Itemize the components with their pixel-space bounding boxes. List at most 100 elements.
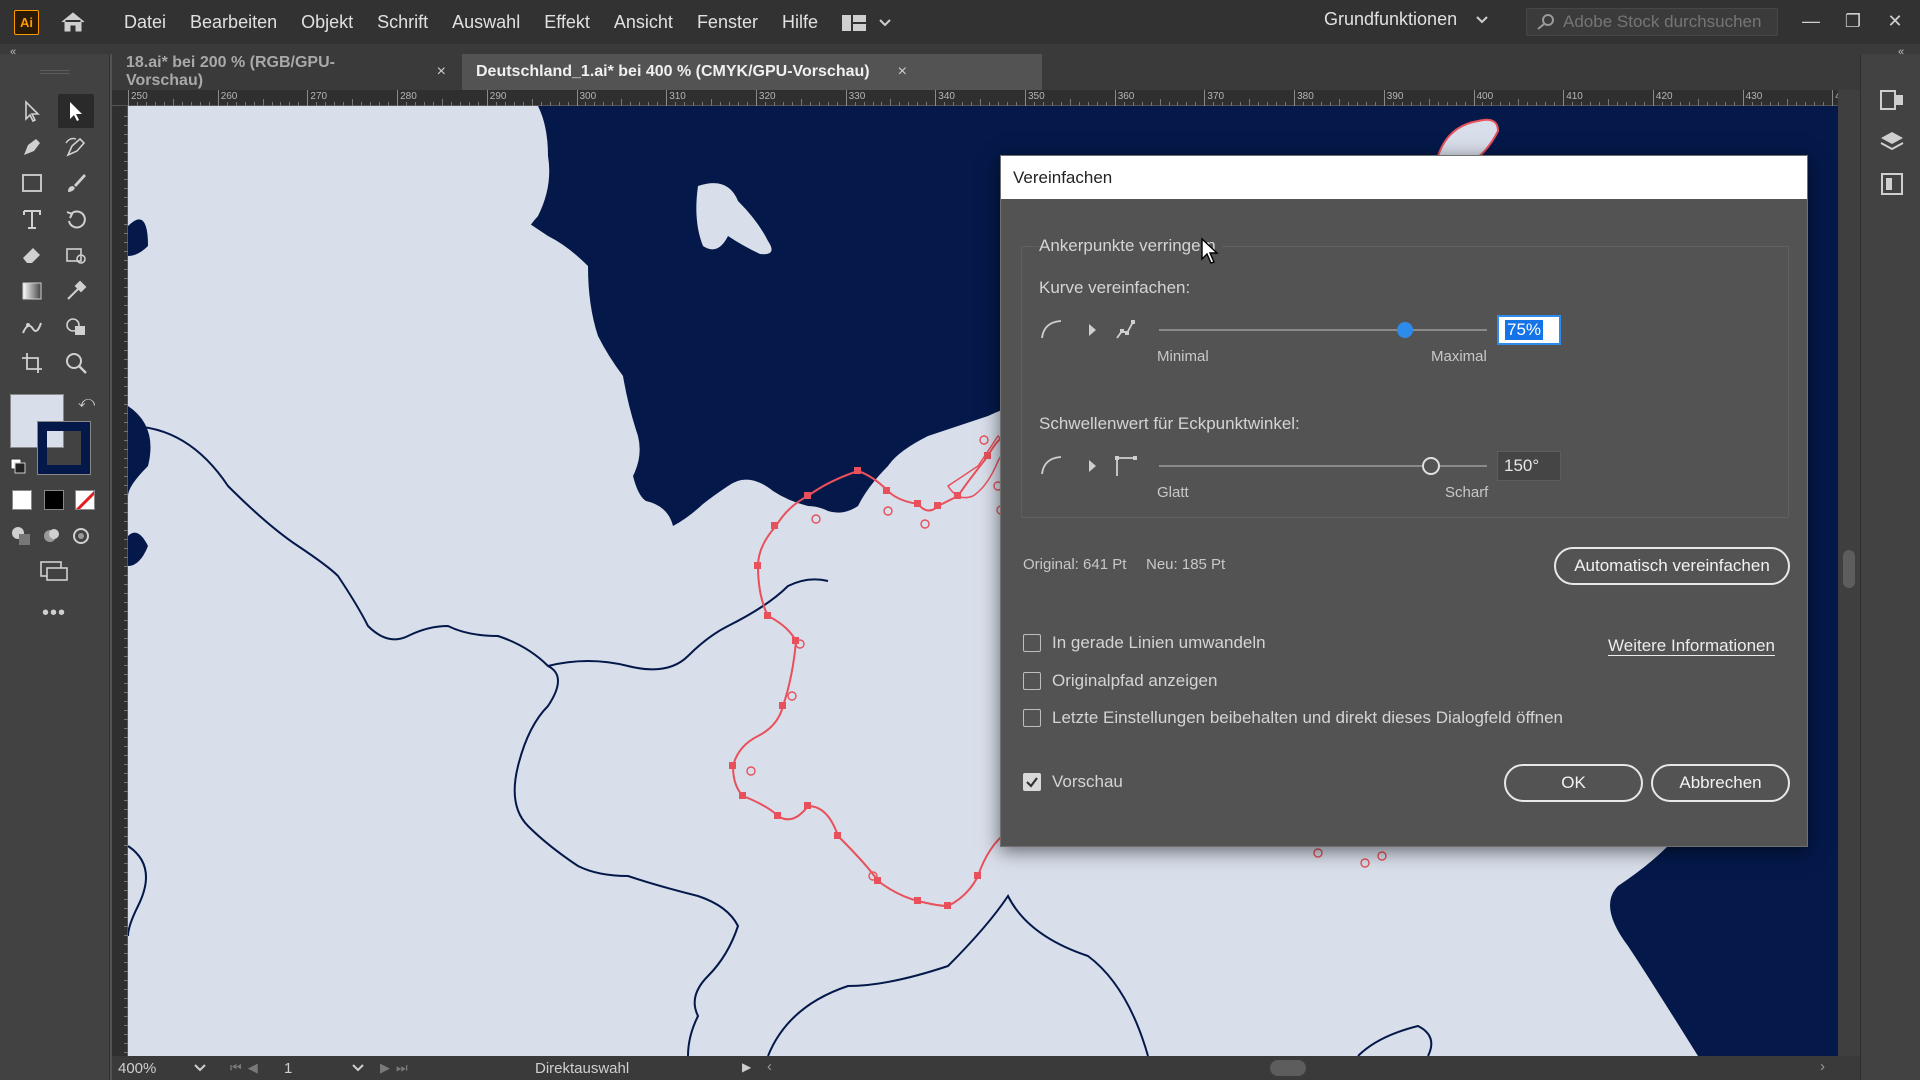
layers-panel-icon[interactable]: [1878, 128, 1906, 156]
tab-18-ai[interactable]: 18.ai* bei 200 % (RGB/GPU-Vorschau) ×: [112, 54, 460, 90]
eyedropper-tool[interactable]: [58, 274, 94, 308]
artboard-nav-next[interactable]: ▶⏭: [380, 1060, 414, 1076]
tab-deutschland-ai[interactable]: Deutschland_1.ai* bei 400 % (CMYK/GPU-Vo…: [462, 54, 1042, 90]
pen-tool[interactable]: [14, 130, 50, 164]
draw-normal-mode[interactable]: [6, 519, 36, 553]
ruler-label: 410: [1566, 91, 1583, 102]
puppet-warp-tool[interactable]: [14, 310, 50, 344]
minimize-icon[interactable]: —: [1796, 6, 1826, 36]
close-tab-icon[interactable]: ×: [437, 63, 446, 81]
search-icon: [1537, 14, 1554, 30]
curve-min-label: Minimal: [1157, 348, 1209, 365]
menu-datei[interactable]: Datei: [124, 12, 166, 33]
ruler-minor-tick: [890, 99, 892, 106]
draw-behind-mode[interactable]: [36, 519, 66, 553]
gradient-mode-button[interactable]: [44, 490, 64, 510]
curvature-tool[interactable]: [58, 130, 94, 164]
rotate-tool[interactable]: [58, 202, 94, 236]
original-points: Original: 641 Pt: [1023, 556, 1127, 573]
menu-objekt[interactable]: Objekt: [301, 12, 353, 33]
menu-fenster[interactable]: Fenster: [697, 12, 758, 33]
draw-inside-mode[interactable]: [66, 519, 96, 553]
selection-tool[interactable]: [14, 94, 50, 128]
status-menu-arrow[interactable]: ▶: [742, 1060, 751, 1074]
close-window-icon[interactable]: ✕: [1880, 6, 1910, 36]
more-tools-icon[interactable]: •••: [42, 602, 66, 625]
ruler-tick: [307, 90, 309, 106]
menu-ansicht[interactable]: Ansicht: [614, 12, 673, 33]
screen-mode-button[interactable]: [36, 554, 72, 588]
brush-icon: [68, 174, 86, 192]
straight-lines-checkbox[interactable]: [1023, 634, 1041, 652]
horizontal-scroll-thumb[interactable]: [1270, 1060, 1306, 1076]
direct-selection-tool[interactable]: [58, 94, 94, 128]
scroll-right-icon[interactable]: ›: [1820, 1058, 1825, 1075]
vertical-scrollbar[interactable]: [1838, 90, 1860, 1056]
artboard-number-dropdown[interactable]: 1: [284, 1058, 364, 1078]
ruler-tick: [486, 90, 488, 106]
gradient-icon: [22, 282, 42, 300]
close-tab-icon[interactable]: ×: [898, 63, 907, 81]
vertical-scroll-thumb[interactable]: [1843, 550, 1855, 588]
free-transform-tool[interactable]: [58, 238, 94, 272]
ruler-minor-tick: [711, 99, 713, 106]
ruler-label: 390: [1386, 91, 1404, 102]
menu-bearbeiten[interactable]: Bearbeiten: [190, 12, 277, 33]
color-mode-button[interactable]: [12, 490, 32, 510]
ruler-label: 250: [131, 91, 148, 102]
zoom-tool[interactable]: [58, 346, 94, 380]
gradient-tool[interactable]: [14, 274, 50, 308]
default-colors-icon[interactable]: [10, 458, 26, 474]
straight-lines-label: In gerade Linien umwandeln: [1052, 633, 1266, 652]
ruler-tick: [576, 90, 578, 106]
show-original-checkbox[interactable]: [1023, 672, 1041, 690]
vertical-ruler[interactable]: [112, 106, 128, 1056]
zoom-icon: [66, 353, 87, 374]
curvature-pen-icon: [65, 137, 86, 157]
ruler-tick: [1563, 90, 1565, 106]
menu-hilfe[interactable]: Hilfe: [782, 12, 818, 33]
zoom-dropdown[interactable]: 400%: [118, 1058, 206, 1078]
artboard-nav-prev[interactable]: ⏮◀: [230, 1060, 264, 1076]
paintbrush-tool[interactable]: [58, 166, 94, 200]
ok-button[interactable]: OK: [1504, 764, 1643, 802]
ruler-tick: [397, 90, 399, 106]
keep-settings-checkbox[interactable]: [1023, 709, 1041, 727]
swap-colors-icon[interactable]: ⤺: [78, 394, 95, 412]
shape-builder-tool[interactable]: [58, 310, 94, 344]
properties-panel-icon[interactable]: [1878, 86, 1906, 114]
scroll-left-icon[interactable]: ‹: [767, 1058, 772, 1075]
app-logo: Ai: [14, 10, 39, 35]
workspace-switcher[interactable]: Grundfunktionen: [1324, 9, 1489, 30]
horizontal-ruler[interactable]: 250 260 270 280 290 300 310 320 330 340 350 360 370 3…: [112, 90, 1915, 106]
corner-value-input[interactable]: 150°: [1497, 451, 1561, 481]
toolbar-grip[interactable]: [40, 70, 70, 74]
artboard-tool[interactable]: [14, 346, 50, 380]
type-tool[interactable]: [14, 202, 50, 236]
auto-simplify-button[interactable]: Automatisch vereinfachen: [1554, 547, 1790, 585]
stock-search-input[interactable]: [1563, 12, 1773, 32]
dialog-title[interactable]: Vereinfachen: [1001, 156, 1807, 199]
menu-schrift[interactable]: Schrift: [377, 12, 428, 33]
preview-checkbox[interactable]: [1023, 773, 1041, 791]
curve-slider-track[interactable]: [1159, 329, 1487, 331]
menu-auswahl[interactable]: Auswahl: [452, 12, 520, 33]
rectangle-tool[interactable]: [14, 166, 50, 200]
restore-icon[interactable]: ❐: [1838, 6, 1868, 36]
none-mode-button[interactable]: [75, 490, 95, 510]
current-tool-status: Direktauswahl: [535, 1060, 630, 1077]
eraser-tool[interactable]: [14, 238, 50, 272]
ruler-minor-tick: [1159, 99, 1161, 106]
arrange-documents-icon[interactable]: [840, 12, 900, 34]
stroke-swatch[interactable]: [37, 421, 91, 475]
screen-mode-icon: [40, 561, 68, 581]
cancel-button[interactable]: Abbrechen: [1651, 764, 1790, 802]
more-info-link[interactable]: Weitere Informationen: [1608, 636, 1775, 656]
curve-slider-knob[interactable]: [1397, 322, 1413, 338]
libraries-panel-icon[interactable]: [1878, 170, 1906, 198]
menu-effekt[interactable]: Effekt: [544, 12, 590, 33]
ruler-tick: [845, 90, 847, 106]
home-icon[interactable]: [60, 11, 86, 33]
curve-value-input[interactable]: 75%: [1497, 315, 1561, 345]
ruler-minor-tick: [1518, 99, 1520, 106]
